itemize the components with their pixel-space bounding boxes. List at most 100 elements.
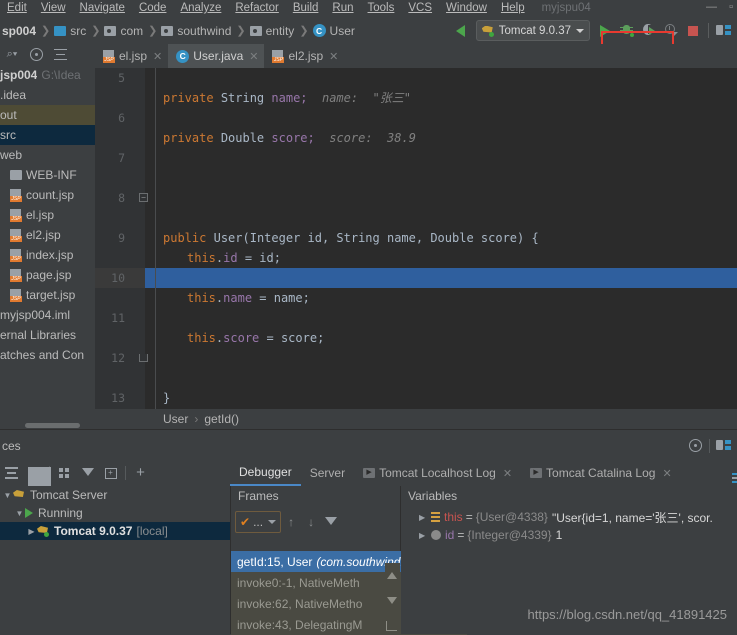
menu-item-tools[interactable]: Tools (361, 0, 402, 17)
tree-item-scratches[interactable]: atches and Con (0, 345, 95, 365)
maximize-icon[interactable]: ▫ (729, 1, 733, 13)
tree-item-out[interactable]: out (0, 105, 95, 125)
menu-item-code[interactable]: Code (132, 0, 174, 17)
breadcrumb-item-southwind[interactable]: southwind (161, 24, 231, 38)
caret-down-icon[interactable]: ▼ (14, 509, 25, 518)
tree-item-src[interactable]: src (0, 125, 95, 145)
tree-item-module[interactable]: jsp004 G:\Idea (0, 65, 95, 85)
close-icon[interactable]: ✕ (249, 50, 258, 63)
scroll-up-icon[interactable] (387, 572, 397, 579)
caret-right-icon[interactable]: ▶ (419, 531, 431, 540)
run-with-coverage-button[interactable] (638, 20, 660, 42)
services-item-running[interactable]: ▼ Running (0, 504, 230, 522)
run-button[interactable] (594, 20, 616, 42)
tab-server[interactable]: Server (301, 461, 354, 486)
caret-right-icon[interactable]: ▶ (419, 513, 431, 522)
breadcrumb-item-project[interactable]: sp004 (2, 24, 36, 38)
frame-down-button[interactable]: ↓ (301, 512, 321, 532)
project-selector-button[interactable]: ⌕▾ (0, 46, 24, 64)
expand-all-button[interactable] (0, 463, 23, 483)
breadcrumb-item-user[interactable]: C User (312, 24, 355, 38)
project-structure-button[interactable] (713, 20, 735, 42)
services-item-tomcat-server[interactable]: ▼ Tomcat Server (0, 486, 230, 504)
breadcrumb-item-entity[interactable]: entity (249, 24, 294, 38)
window-project-name: myjspu04 (541, 2, 591, 14)
variable-row-this[interactable]: ▶ this = {User@4338} "User{id=1, name='张… (401, 508, 737, 526)
line-number: 10 (111, 271, 125, 285)
code-editor[interactable]: 5 private String name; name: "张三" 6 priv… (95, 68, 737, 409)
services-title: ces (2, 438, 21, 453)
stop-icon (688, 25, 698, 36)
frame-up-button[interactable]: ↑ (281, 512, 301, 532)
menu-item-edit[interactable]: Edit (0, 0, 34, 17)
menu-item-analyze[interactable]: Analyze (173, 0, 228, 17)
editor-breadcrumb-class[interactable]: User (163, 412, 188, 426)
menu-item-window[interactable]: Window (439, 0, 494, 17)
scroll-down-icon[interactable] (387, 597, 397, 604)
menu-item-run[interactable]: Run (325, 0, 360, 17)
project-tree[interactable]: jsp004 G:\Idea .idea out src web WEB-INF… (0, 65, 95, 429)
stop-button[interactable] (682, 20, 704, 42)
debug-button[interactable] (616, 20, 638, 42)
close-icon[interactable]: ✕ (153, 50, 162, 63)
menu-item-build[interactable]: Build (286, 0, 326, 17)
filter-icon (81, 467, 94, 479)
menu-item-refactor[interactable]: Refactor (228, 0, 285, 17)
thread-selector[interactable]: ✔ ... (235, 511, 282, 533)
frames-scrollbar[interactable] (385, 563, 400, 634)
breadcrumb-item-com[interactable]: com (104, 24, 143, 38)
back-button[interactable] (450, 20, 472, 42)
menu-item-view[interactable]: View (34, 0, 73, 17)
collapse-all-button[interactable] (23, 463, 53, 537)
folder-blue-icon (54, 25, 67, 36)
caret-right-icon[interactable]: ▶ (26, 527, 37, 536)
tree-item-external-libraries[interactable]: ernal Libraries (0, 325, 95, 345)
services-item-tomcat-local[interactable]: ▶ Tomcat 9.0.37 [local] (0, 522, 230, 540)
close-icon[interactable]: ✕ (503, 467, 512, 480)
minimize-icon[interactable]: — (706, 1, 717, 13)
filter-button[interactable] (76, 463, 99, 483)
tree-item-idea[interactable]: .idea (0, 85, 95, 105)
collapse-all-button[interactable] (48, 46, 72, 64)
variable-row-id[interactable]: ▶ id = {Integer@4339} 1 (401, 526, 737, 544)
tab-user-java[interactable]: C User.java ✕ (168, 44, 265, 68)
tab-el-jsp[interactable]: JSP el.jsp ✕ (95, 44, 168, 68)
menu-item-navigate[interactable]: Navigate (73, 0, 132, 17)
add-service-button[interactable]: + (129, 463, 152, 483)
tree-item-iml[interactable]: myjsp004.iml (0, 305, 95, 325)
scroll-end-icon[interactable] (386, 621, 397, 631)
breadcrumb-item-src[interactable]: src (54, 24, 86, 38)
tab-debugger[interactable]: Debugger (230, 461, 301, 486)
tree-item-el2-jsp[interactable]: JSP el2.jsp (0, 225, 95, 245)
locate-button[interactable] (684, 435, 706, 457)
tree-item-index-jsp[interactable]: JSP index.jsp (0, 245, 95, 265)
tree-item-target-jsp[interactable]: JSP target.jsp (0, 285, 95, 305)
services-tree[interactable]: ▼ Tomcat Server ▼ Running ▶ Tomcat 9.0.3… (0, 486, 230, 634)
editor-breadcrumb-method[interactable]: getId() (204, 412, 239, 426)
fold-marker-icon[interactable]: − (139, 193, 148, 202)
settings-button[interactable] (713, 435, 735, 457)
close-icon[interactable]: ✕ (662, 467, 671, 480)
add-tab-button[interactable]: + (99, 463, 122, 483)
tab-tomcat-localhost-log[interactable]: ▶ Tomcat Localhost Log ✕ (354, 461, 521, 486)
project-horizontal-scrollbar[interactable] (0, 422, 95, 429)
tab-el2-jsp[interactable]: JSP el2.jsp ✕ (264, 44, 344, 68)
tree-item-page-jsp[interactable]: JSP page.jsp (0, 265, 95, 285)
fold-marker-icon[interactable] (139, 354, 148, 362)
menu-item-help[interactable]: Help (494, 0, 532, 17)
menu-item-vcs[interactable]: VCS (401, 0, 439, 17)
tree-item-el-jsp[interactable]: JSP el.jsp (0, 205, 95, 225)
close-icon[interactable]: ✕ (329, 50, 338, 63)
locate-file-button[interactable] (24, 46, 48, 64)
frames-filter-button[interactable] (321, 512, 341, 532)
profiler-button[interactable] (660, 20, 682, 42)
tree-item-webinf[interactable]: WEB-INF (0, 165, 95, 185)
tree-item-count-jsp[interactable]: JSP count.jsp (0, 185, 95, 205)
run-configuration-selector[interactable]: Tomcat 9.0.37 (475, 20, 590, 41)
menu-bar: Edit View Navigate Code Analyze Refactor… (0, 0, 737, 17)
group-button[interactable] (53, 463, 76, 483)
caret-down-icon[interactable]: ▼ (2, 491, 13, 500)
tab-tomcat-catalina-log[interactable]: ▶ Tomcat Catalina Log ✕ (521, 461, 681, 486)
tree-item-web[interactable]: web (0, 145, 95, 165)
line-number: 13 (111, 391, 125, 405)
